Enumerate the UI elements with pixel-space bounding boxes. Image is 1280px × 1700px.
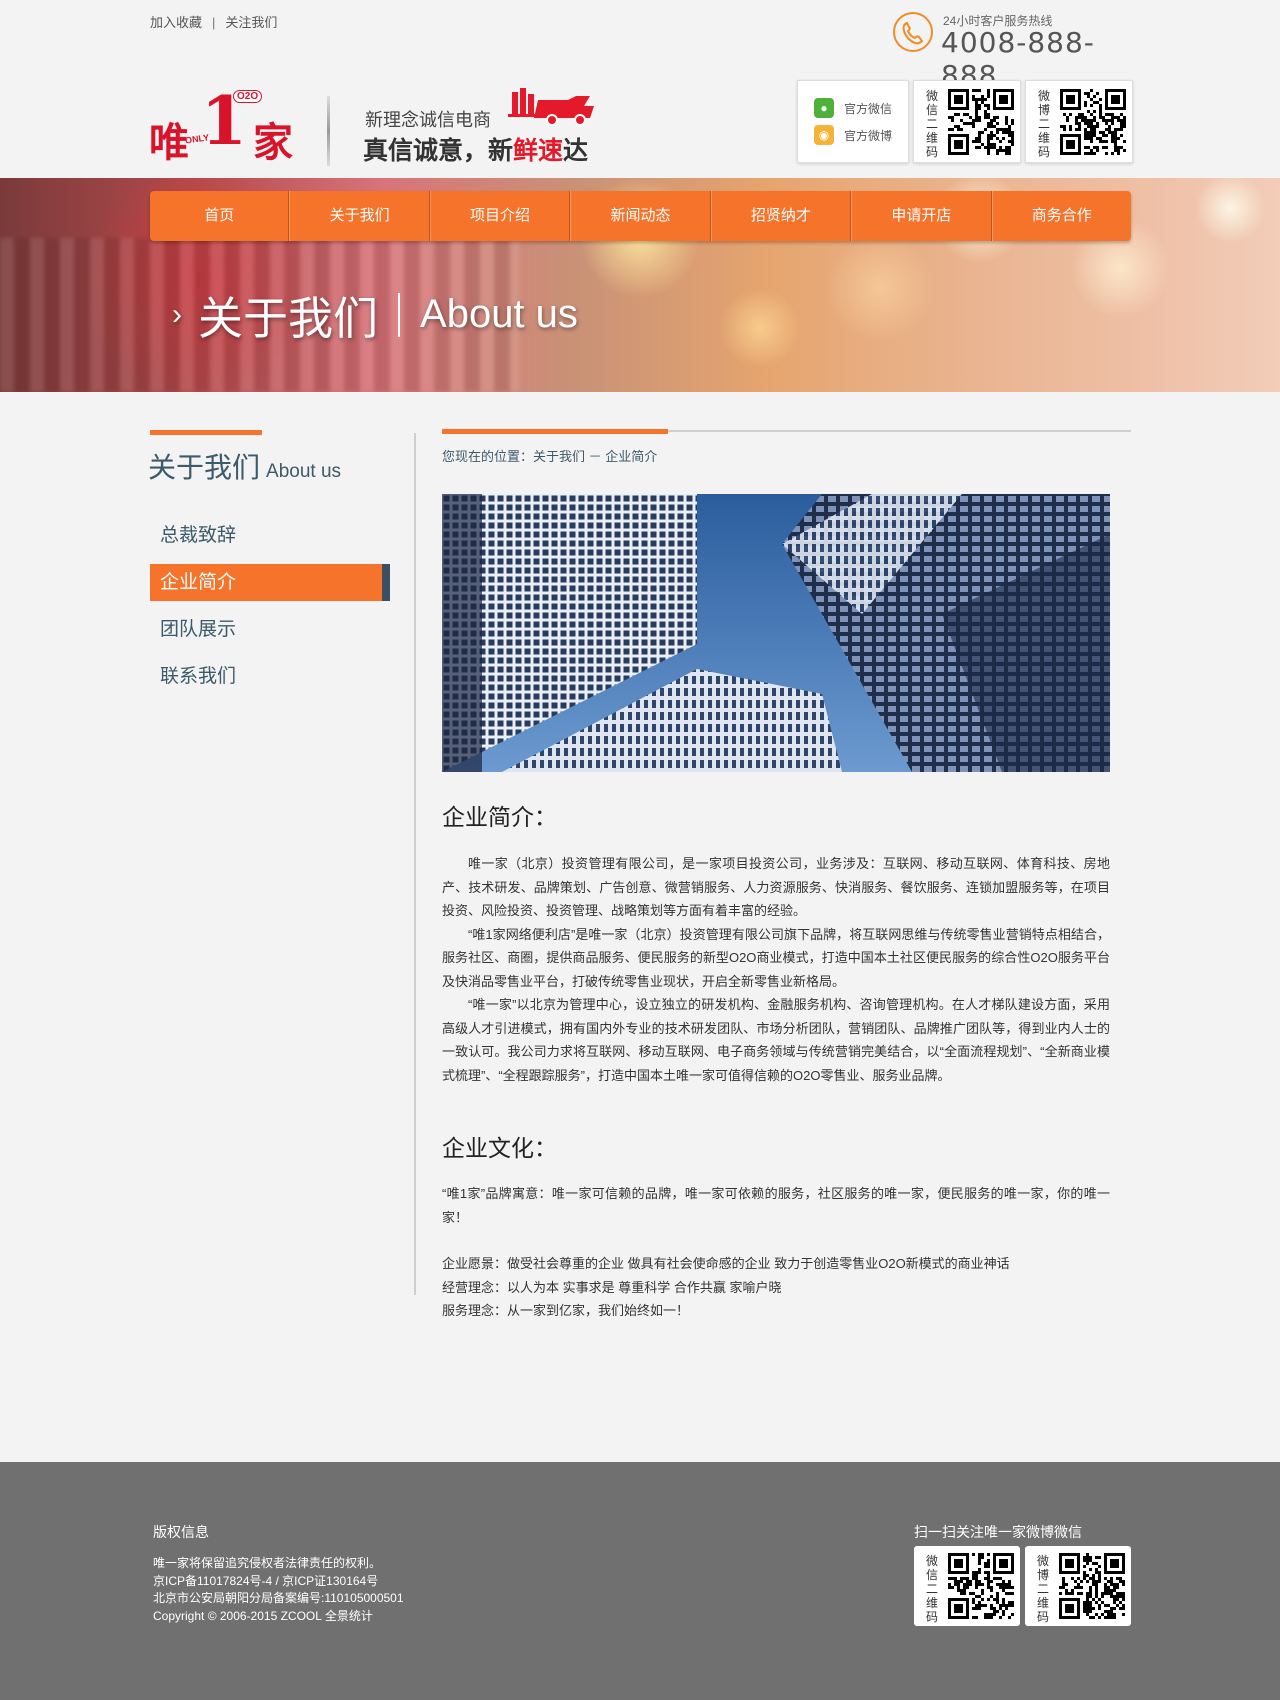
qr-code-icon bbox=[1059, 1553, 1125, 1619]
culture-heading: 企业文化： bbox=[442, 1135, 557, 1161]
delivery-truck-icon bbox=[508, 88, 594, 126]
top-links: 加入收藏 | 关注我们 bbox=[150, 12, 277, 31]
weibo-qr-box: 微博二维码 bbox=[1025, 80, 1133, 163]
chevron-right-icon: › bbox=[172, 297, 182, 331]
nav-item-careers[interactable]: 招贤纳才 bbox=[710, 191, 852, 241]
qr-code-icon bbox=[948, 1553, 1014, 1619]
sidebar-item-president-message[interactable]: 总裁致辞 bbox=[150, 517, 390, 554]
footer: 版权信息 唯一家将保留追究侵权者法律责任的权利。 京ICP备11017824号-… bbox=[0, 1462, 1280, 1700]
slogan-line-1: 新理念诚信电商 bbox=[365, 110, 491, 130]
nav-item-business[interactable]: 商务合作 bbox=[991, 191, 1131, 241]
culture-text: “唯1家”品牌寓意：唯一家可信赖的品牌，唯一家可依赖的服务，社区服务的唯一家，便… bbox=[442, 1186, 1110, 1225]
qr-code-icon bbox=[1060, 89, 1126, 155]
phone-icon bbox=[893, 12, 933, 52]
footer-title: 版权信息 bbox=[153, 1524, 209, 1540]
nav-item-home[interactable]: 首页 bbox=[150, 191, 290, 241]
social-links-box: ● 官方微信 ◉ 官方微博 bbox=[797, 80, 909, 163]
site-logo[interactable]: 唯 1 O2O ONLY 家 bbox=[149, 88, 299, 166]
sidebar-divider bbox=[414, 433, 416, 1295]
hero-image bbox=[442, 494, 1110, 772]
main-nav: 首页 关于我们 项目介绍 新闻动态 招贤纳才 申请开店 商务合作 bbox=[150, 191, 1131, 241]
logo-divider bbox=[327, 96, 330, 166]
nav-item-news[interactable]: 新闻动态 bbox=[570, 191, 711, 241]
footer-qr-title: 扫一扫关注唯一家微博微信 bbox=[914, 1524, 1082, 1540]
footer-weibo-qr: 微博二维码 bbox=[1025, 1546, 1131, 1626]
follow-us-link[interactable]: 关注我们 bbox=[225, 15, 277, 30]
sidebar-item-company-profile[interactable]: 企业简介 bbox=[150, 564, 390, 601]
wechat-qr-box: 微信二维码 bbox=[913, 80, 1021, 163]
qr-code-icon bbox=[948, 89, 1014, 155]
nav-item-open-store[interactable]: 申请开店 bbox=[851, 191, 992, 241]
banner-title: › 关于我们 About us bbox=[172, 292, 578, 344]
footer-copyright: 唯一家将保留追究侵权者法律责任的权利。 京ICP备11017824号-4 / 京… bbox=[153, 1556, 404, 1623]
sidebar-item-team[interactable]: 团队展示 bbox=[150, 611, 390, 648]
nav-item-about[interactable]: 关于我们 bbox=[289, 191, 430, 241]
intro-text: 唯一家（北京）投资管理有限公司，是一家项目投资公司，业务涉及：互联网、移动互联网… bbox=[442, 856, 1110, 1083]
hotline: 24小时客户服务热线 4008-888-888 bbox=[893, 12, 1133, 92]
sidebar-title: 关于我们 About us bbox=[148, 452, 342, 483]
sidebar-accent bbox=[150, 430, 262, 435]
sidebar-item-contact[interactable]: 联系我们 bbox=[150, 658, 390, 695]
intro-heading: 企业简介： bbox=[442, 804, 557, 830]
main-accent bbox=[442, 429, 668, 434]
weibo-icon: ◉ bbox=[814, 125, 834, 145]
breadcrumb: 您现在的位置：关于我们 － 企业简介 bbox=[442, 449, 658, 464]
slogan-line-2: 真信诚意，新鲜速达 bbox=[363, 137, 589, 165]
culture-lines: 企业愿景：做受社会尊重的企业 做具有社会使命感的企业 致力于创造零售业O2O新模… bbox=[442, 1256, 1010, 1318]
footer-wechat-qr: 微信二维码 bbox=[914, 1546, 1020, 1626]
add-favorite-link[interactable]: 加入收藏 bbox=[150, 15, 202, 30]
nav-item-projects[interactable]: 项目介绍 bbox=[429, 191, 571, 241]
wechat-icon: ● bbox=[814, 98, 834, 118]
weibo-link[interactable]: ◉ 官方微博 bbox=[814, 125, 892, 145]
wechat-link[interactable]: ● 官方微信 bbox=[814, 98, 892, 118]
top-links-separator: | bbox=[212, 15, 216, 30]
